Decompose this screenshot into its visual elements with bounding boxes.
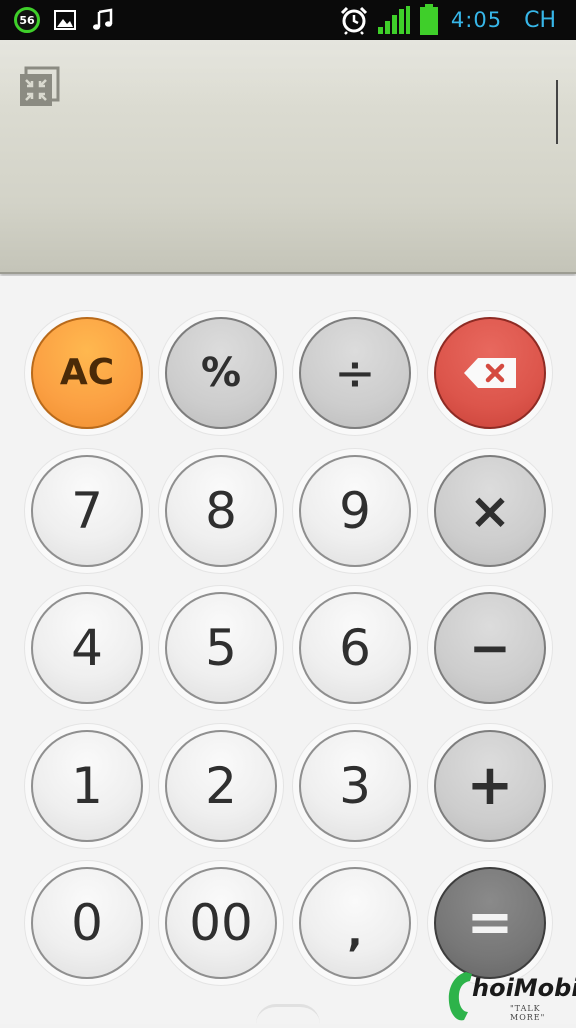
ac-label: AC (59, 352, 115, 393)
digit-2-label: 2 (205, 757, 237, 815)
digit-6-label: 6 (339, 619, 371, 677)
divide-label: ÷ (334, 344, 376, 402)
equals-label: = (466, 890, 514, 955)
multiply-label: × (469, 482, 511, 540)
equals-button[interactable]: = (434, 867, 546, 979)
text-cursor (556, 80, 558, 144)
digit-5-label: 5 (205, 619, 237, 677)
comma-button[interactable]: , (299, 867, 411, 979)
percent-label: % (200, 350, 242, 396)
digit-2-button[interactable]: 2 (165, 730, 277, 842)
delete-button[interactable] (434, 317, 546, 429)
calculator-display (0, 40, 576, 274)
digit-5-button[interactable]: 5 (165, 592, 277, 704)
multiply-button[interactable]: × (434, 455, 546, 567)
ac-button[interactable]: AC (31, 317, 143, 429)
notification-badge: 56 (14, 7, 40, 33)
music-note-icon (90, 7, 116, 33)
digit-4-label: 4 (71, 619, 103, 677)
digit-7-button[interactable]: 7 (31, 455, 143, 567)
comma-label: , (347, 910, 363, 956)
status-bar: 56 4:05 CH (0, 0, 576, 40)
digit-3-button[interactable]: 3 (299, 730, 411, 842)
digit-4-button[interactable]: 4 (31, 592, 143, 704)
watermark-tagline: "TALK MORE" (510, 1004, 546, 1022)
double-zero-button[interactable]: 00 (165, 867, 277, 979)
divide-button[interactable]: ÷ (299, 317, 411, 429)
digit-1-button[interactable]: 1 (31, 730, 143, 842)
notification-count: 56 (19, 13, 35, 27)
digit-9-button[interactable]: 9 (299, 455, 411, 567)
plus-label: + (466, 753, 514, 818)
input-language[interactable]: CH (524, 8, 556, 33)
collapse-button[interactable] (18, 66, 60, 108)
signal-bars-icon (377, 5, 411, 35)
minus-button[interactable]: − (434, 592, 546, 704)
battery-icon (419, 4, 439, 36)
digit-1-label: 1 (71, 757, 103, 815)
status-bar-system: 4:05 CH (339, 3, 556, 37)
double-zero-label: 00 (189, 894, 253, 952)
digit-8-label: 8 (205, 482, 237, 540)
gallery-icon (52, 7, 78, 33)
backspace-icon (462, 344, 518, 402)
watermark: hoiMobile "TALK MORE" (444, 968, 576, 1024)
digit-7-label: 7 (71, 482, 103, 540)
digit-9-label: 9 (339, 482, 371, 540)
digit-8-button[interactable]: 8 (165, 455, 277, 567)
minus-label: − (469, 619, 511, 677)
status-time: 4:05 (450, 8, 503, 32)
digit-3-label: 3 (339, 757, 371, 815)
digit-6-button[interactable]: 6 (299, 592, 411, 704)
plus-button[interactable]: + (434, 730, 546, 842)
alarm-clock-icon (339, 5, 369, 35)
watermark-brand: hoiMobile (472, 974, 576, 1002)
digit-0-label: 0 (71, 894, 103, 952)
drawer-handle[interactable] (256, 1004, 320, 1024)
percent-button[interactable]: % (165, 317, 277, 429)
status-bar-notifications: 56 (14, 5, 116, 35)
digit-0-button[interactable]: 0 (31, 867, 143, 979)
collapse-icon (18, 66, 60, 112)
